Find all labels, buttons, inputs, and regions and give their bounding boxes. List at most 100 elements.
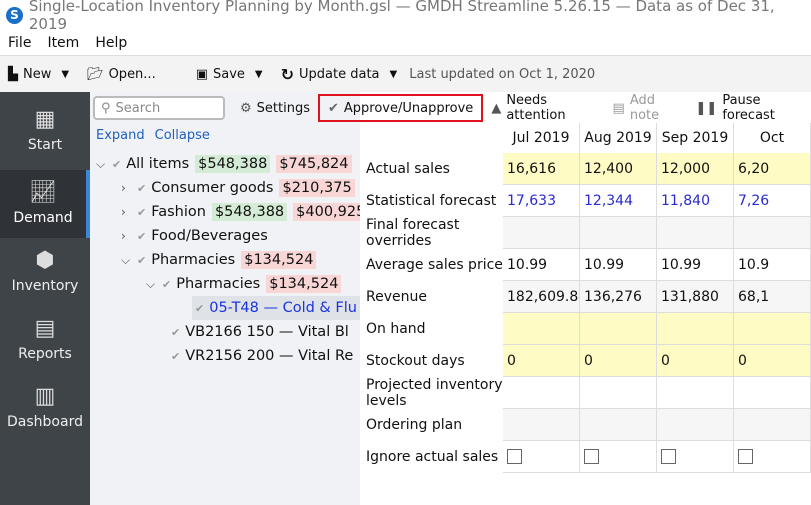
ignore-checkbox[interactable] — [584, 449, 599, 464]
pause-forecast-button[interactable]: ❚❚ Pause forecast — [688, 93, 811, 123]
sidebar-item-reports[interactable]: ▤ Reports — [0, 306, 90, 374]
grid-cell[interactable] — [580, 441, 657, 473]
grid-cell[interactable] — [734, 441, 811, 473]
grid-cell[interactable] — [734, 313, 811, 345]
chevron-down-icon[interactable]: ⌵ — [96, 157, 112, 172]
grid-cell[interactable] — [503, 313, 580, 345]
menu-item[interactable]: Item — [47, 35, 79, 51]
open-button[interactable]: 📂︎ Open... — [87, 67, 156, 82]
grid-cell[interactable] — [657, 409, 734, 441]
grid-cell[interactable] — [734, 409, 811, 441]
new-button[interactable]: ▙ New — [8, 67, 51, 82]
needs-attention-button[interactable]: ▲ Needs attention — [483, 93, 604, 123]
grid-cell[interactable]: 136,276 — [580, 281, 657, 313]
grid-cell[interactable] — [503, 409, 580, 441]
grid-cell[interactable]: 16,616 — [503, 153, 580, 185]
search-input[interactable]: ⚲ Search — [93, 96, 225, 120]
sidebar-item-inventory[interactable]: ⬢ Inventory — [0, 238, 90, 306]
chevron-right-icon[interactable]: › — [121, 229, 137, 243]
red-badge: $400,925 — [293, 203, 369, 221]
save-dropdown-icon[interactable]: ▼ — [255, 69, 263, 80]
approved-check-icon: ✔ — [137, 229, 147, 243]
grid-cell[interactable]: 68,1 — [734, 281, 811, 313]
sidebar-item-dashboard[interactable]: ▥ Dashboard — [0, 374, 90, 442]
grid-cell[interactable]: 0 — [657, 345, 734, 377]
tree-item[interactable]: › ✔ Fashion $548,388 $400,925 — [121, 200, 369, 224]
column-header[interactable]: Jul 2019 — [503, 123, 580, 153]
tree-item[interactable]: ⌵ ✔ Pharmacies $134,524 — [121, 248, 317, 272]
grid-cell[interactable] — [734, 217, 811, 249]
grid-cell[interactable] — [657, 441, 734, 473]
column-header[interactable]: Aug 2019 — [580, 123, 657, 153]
ignore-checkbox[interactable] — [661, 449, 676, 464]
grid-cell[interactable]: 11,840 — [657, 185, 734, 217]
column-header[interactable]: Oct — [734, 123, 811, 153]
grid-cell[interactable] — [580, 313, 657, 345]
grid-cell[interactable]: 10.99 — [657, 249, 734, 281]
grid-cell[interactable]: 131,880 — [657, 281, 734, 313]
grid-cell[interactable]: 17,633 — [503, 185, 580, 217]
grid-cell[interactable]: 10.9 — [734, 249, 811, 281]
grid-cell[interactable]: 6,20 — [734, 153, 811, 185]
chevron-right-icon[interactable]: › — [121, 181, 137, 195]
tree-item[interactable]: › ✔ Consumer goods $210,375 — [121, 176, 355, 200]
menu-file[interactable]: File — [8, 35, 31, 51]
grid-cell[interactable] — [657, 217, 734, 249]
update-dropdown-icon[interactable]: ▼ — [390, 69, 398, 80]
collapse-link[interactable]: Collapse — [155, 128, 210, 143]
chevron-right-icon[interactable]: › — [121, 205, 137, 219]
grid-cell[interactable] — [580, 409, 657, 441]
grid-row: Revenue 182,609.84 136,276 131,880 68,1 — [360, 281, 811, 313]
ignore-checkbox[interactable] — [507, 449, 522, 464]
expand-link[interactable]: Expand — [96, 128, 145, 143]
grid-cell[interactable] — [503, 441, 580, 473]
grid-cell[interactable]: 10.99 — [580, 249, 657, 281]
grid-cell[interactable] — [580, 377, 657, 409]
grid-cell[interactable] — [657, 377, 734, 409]
new-dropdown-icon[interactable]: ▼ — [61, 69, 69, 80]
add-note-button[interactable]: ▤ Add note — [605, 93, 688, 123]
tree-item[interactable]: ✔ VB2166 150 — Vital Bl — [171, 320, 349, 344]
tree-item[interactable]: ⌵ ✔ All items $548,388 $745,824 — [96, 152, 352, 176]
ignore-checkbox[interactable] — [738, 449, 753, 464]
grid-cell[interactable]: 0 — [503, 345, 580, 377]
gear-icon: ⚙ — [240, 100, 252, 116]
grid-cell[interactable] — [734, 377, 811, 409]
column-header[interactable]: Sep 2019 — [657, 123, 734, 153]
grid-cell[interactable]: 12,000 — [657, 153, 734, 185]
header-spacer — [360, 123, 503, 153]
tree-item-label: Food/Beverages — [151, 228, 268, 244]
grid-cell[interactable]: 182,609.84 — [503, 281, 580, 313]
chevron-down-icon[interactable]: ⌵ — [121, 253, 137, 268]
warning-icon: ▲ — [491, 100, 502, 116]
update-data-button[interactable]: ↻ Update data — [281, 65, 380, 84]
save-button[interactable]: ▣ Save — [196, 67, 245, 82]
settings-button[interactable]: ⚙ Settings — [232, 94, 318, 122]
grid-icon: ▦ — [34, 107, 56, 132]
grid-cell[interactable] — [580, 217, 657, 249]
approved-check-icon: ✔ — [195, 301, 205, 315]
tree-item[interactable]: ✔ VR2156 200 — Vital Re — [171, 344, 353, 368]
last-updated-text: Last updated on Oct 1, 2020 — [409, 66, 596, 82]
grid-cell[interactable]: 10.99 — [503, 249, 580, 281]
action-bar: ⚙ Settings ✔ Approve/Unapprove ▲ Needs atte… — [232, 93, 811, 123]
sidebar-item-start[interactable]: ▦ Start — [0, 92, 90, 170]
tree-item[interactable]: ✔ 05-T48 — Cold & Flu T — [192, 296, 370, 320]
tree-item-label: VB2166 150 — Vital Bl — [185, 324, 349, 340]
tree-item[interactable]: › ✔ Food/Beverages — [121, 224, 268, 248]
search-icon: ⚲ — [101, 100, 111, 116]
grid-cell[interactable]: 7,26 — [734, 185, 811, 217]
approve-unapprove-button[interactable]: ✔ Approve/Unapprove — [317, 94, 484, 122]
menu-help[interactable]: Help — [95, 35, 127, 51]
chevron-down-icon[interactable]: ⌵ — [146, 277, 162, 292]
grid-cell[interactable]: 12,344 — [580, 185, 657, 217]
grid-cell[interactable]: 0 — [734, 345, 811, 377]
row-label: Final forecast overrides — [360, 217, 503, 249]
tree-item[interactable]: ⌵ ✔ Pharmacies $134,524 — [146, 272, 342, 296]
grid-cell[interactable] — [503, 377, 580, 409]
grid-cell[interactable]: 12,400 — [580, 153, 657, 185]
grid-cell[interactable] — [657, 313, 734, 345]
grid-cell[interactable] — [503, 217, 580, 249]
sidebar-item-demand[interactable]: 📈︎ Demand — [0, 170, 90, 238]
grid-cell[interactable]: 0 — [580, 345, 657, 377]
